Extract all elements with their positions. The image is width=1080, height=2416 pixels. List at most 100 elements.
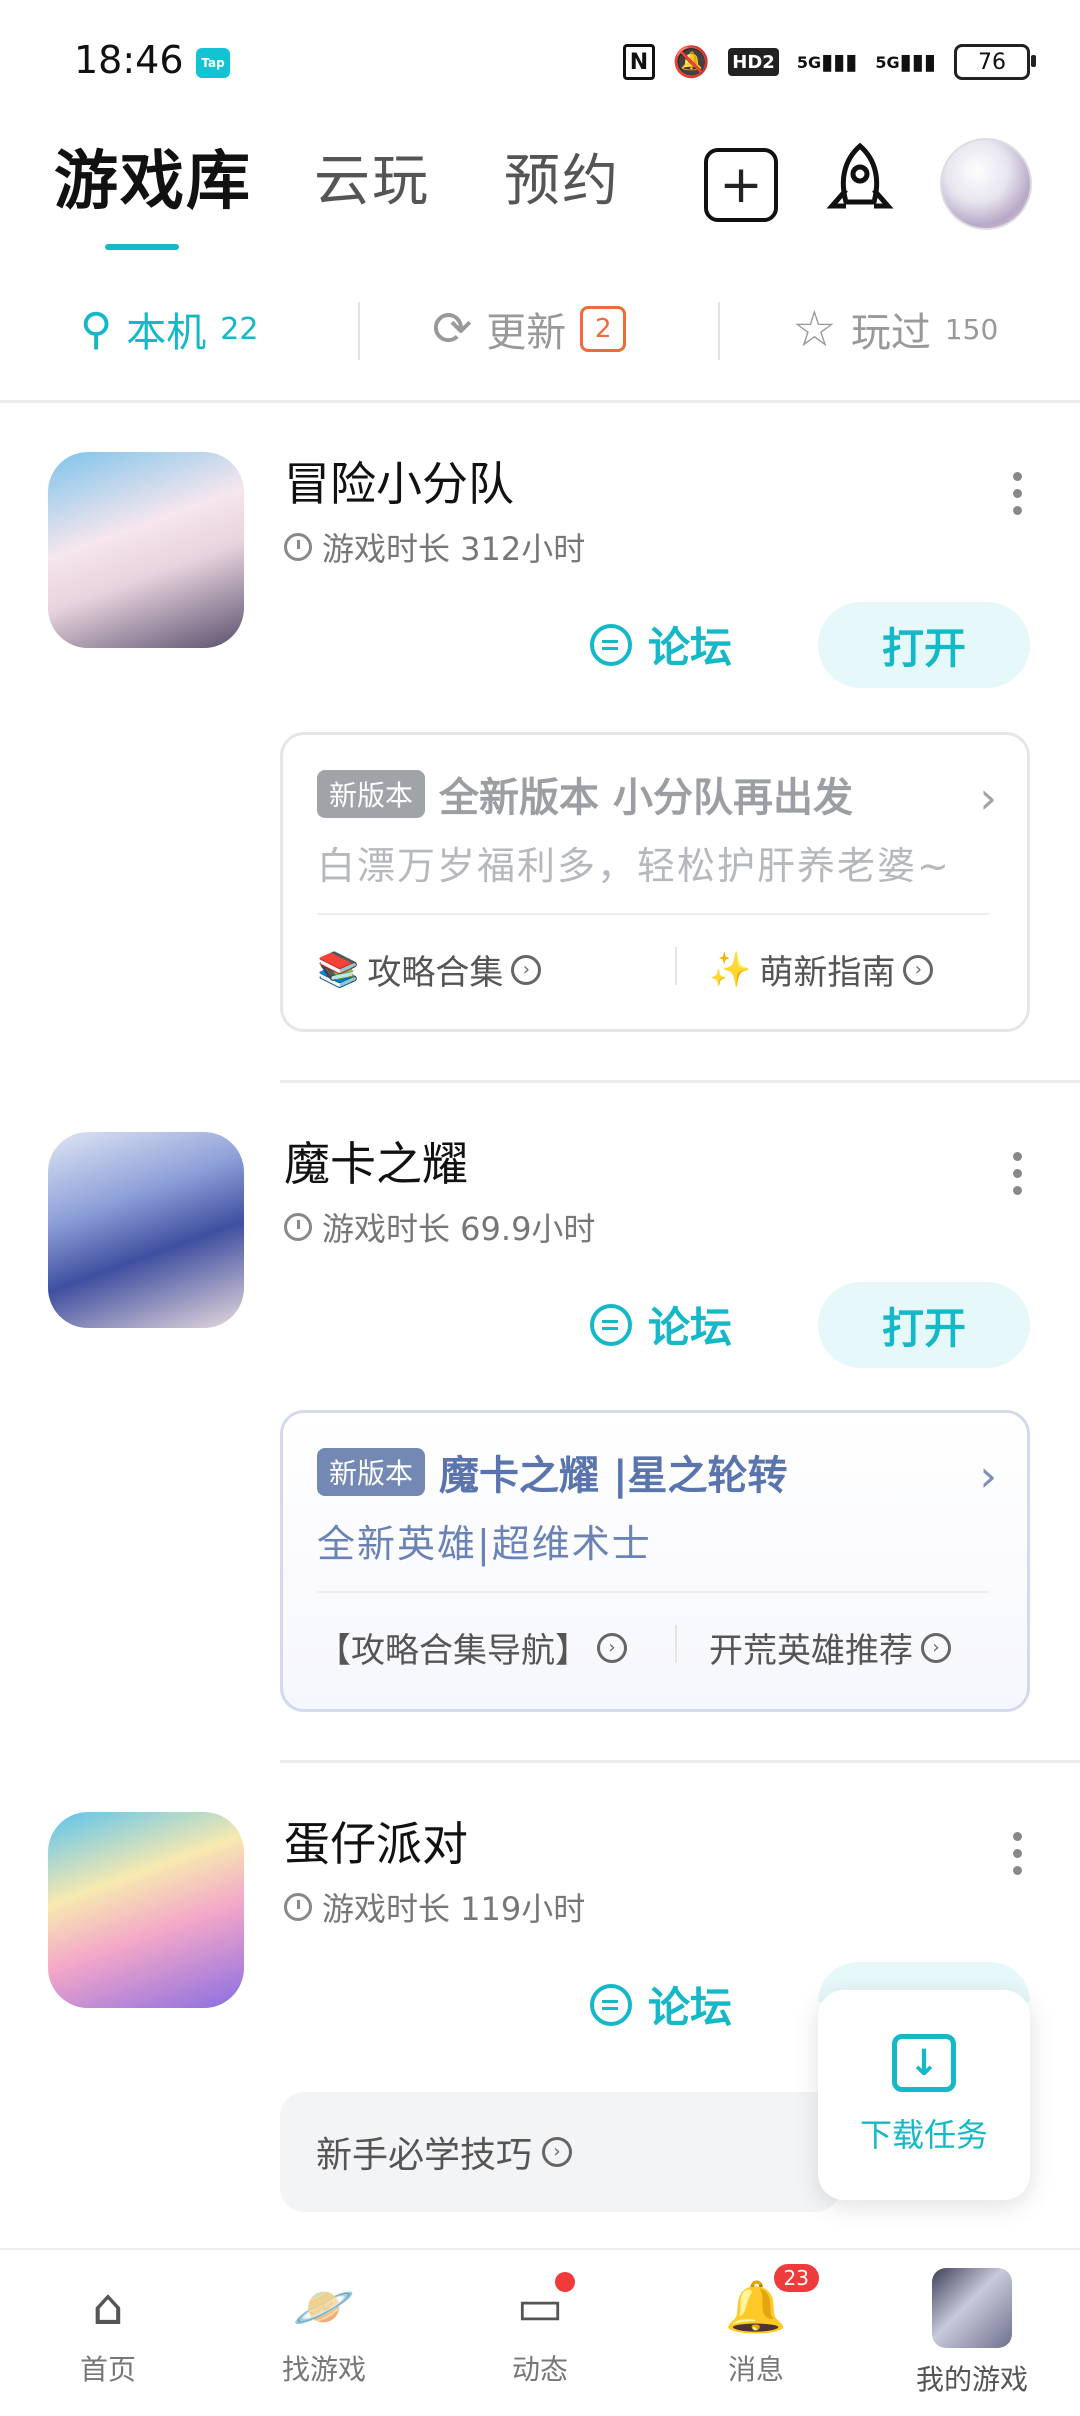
battery-icon: 76 [954, 44, 1036, 80]
subtab-local-count: 22 [220, 311, 259, 347]
signal-icon-2: 5G ▮▮▮ [875, 49, 936, 75]
status-time: 18:46 [74, 38, 184, 82]
download-icon: ↓ [892, 2034, 956, 2092]
new-version-tag: 新版本 [317, 1448, 426, 1496]
forum-button[interactable]: 论坛 [590, 1294, 732, 1355]
circle-arrow-icon: › [921, 1632, 951, 1663]
sim2-label: 5G [875, 52, 900, 72]
card-link-divider [675, 1625, 677, 1663]
feed-icon: ▭ [509, 2272, 575, 2338]
nav-home[interactable]: ⌂ 首页 [28, 2276, 188, 2388]
game-title[interactable]: 蛋仔派对 [284, 1808, 468, 1874]
game-title[interactable]: 魔卡之耀 [284, 1128, 468, 1194]
game-duration: 游戏时长 69.9小时 [284, 1204, 595, 1250]
guide-navigation-label: 【攻略合集导航】 [317, 1631, 589, 1671]
nav-messages[interactable]: 🔔 23 消息 [676, 2264, 836, 2388]
forum-label: 论坛 [648, 1303, 733, 1352]
books-icon: 📚 [317, 949, 360, 990]
game-icon-danzai[interactable] [48, 1812, 244, 2008]
planet-icon: 🪐 [292, 2277, 356, 2336]
rocket-icon[interactable] [820, 140, 900, 228]
feed-dot [555, 2272, 575, 2292]
game-separator [280, 1080, 1080, 1083]
hero-recommend-label: 开荒英雄推荐 [709, 1631, 913, 1671]
newbie-guide-label: 萌新指南 [759, 953, 896, 993]
game-duration: 游戏时长 119小时 [284, 1884, 585, 1930]
tips-card[interactable]: 新手必学技巧 › [280, 2092, 840, 2212]
game-title[interactable]: 冒险小分队 [284, 448, 514, 514]
subtab-local[interactable]: ⚲ 本机 22 [80, 300, 258, 358]
clock-icon [284, 1893, 312, 1921]
subtab-update-label: 更新 [486, 310, 567, 356]
nav-home-label: 首页 [79, 2353, 136, 2386]
update-count-badge: 2 [580, 306, 627, 352]
mute-bell-icon: 🔕 [672, 44, 711, 80]
subtab-bottom-divider [0, 400, 1080, 403]
messages-badge: 23 [773, 2264, 819, 2292]
forum-icon [590, 623, 632, 666]
nav-find-games[interactable]: 🪐 找游戏 [244, 2276, 404, 2388]
forum-icon [590, 1303, 632, 1346]
sparkles-icon: ✨ [709, 949, 752, 990]
nav-messages-label: 消息 [727, 2353, 784, 2386]
game-icon-maoxian[interactable] [48, 452, 244, 648]
nav-feed-label: 动态 [511, 2353, 568, 2386]
subtab-divider [718, 302, 720, 360]
version-card-header: 新版本 全新版本 小分队再出发 [317, 765, 853, 823]
version-card[interactable]: 新版本 魔卡之耀 |星之轮转 › 全新英雄|超维术士 【攻略合集导航】 › 开荒… [280, 1410, 1030, 1712]
status-icons: N 🔕 HD2 5G ▮▮▮ 5G ▮▮▮ 76 [622, 44, 1036, 80]
hd-icon: HD2 [728, 48, 779, 76]
subtab-played-label: 玩过 [850, 310, 931, 356]
new-version-tag: 新版本 [317, 770, 426, 818]
user-avatar[interactable] [940, 138, 1032, 230]
forum-button[interactable]: 论坛 [590, 1974, 732, 2035]
sim1-label: 5G [796, 52, 822, 72]
version-card-subtitle: 白漂万岁福利多，轻松护肝养老婆~ [317, 844, 951, 888]
home-icon: ⌂ [92, 2278, 124, 2336]
download-tasks-label: 下载任务 [859, 2116, 988, 2154]
add-game-icon[interactable]: + [704, 148, 778, 222]
refresh-icon: ⟳ [432, 301, 473, 357]
more-options-icon[interactable] [1012, 1832, 1022, 1875]
nav-mygames-label: 我的游戏 [915, 2363, 1028, 2396]
forum-button[interactable]: 论坛 [590, 614, 732, 675]
game-duration-text: 游戏时长 312小时 [322, 530, 586, 568]
guide-collection-link[interactable]: 📚 攻略合集 › [317, 945, 542, 994]
game-icon-moka[interactable] [48, 1132, 244, 1328]
version-card-header: 新版本 魔卡之耀 |星之轮转 [317, 1443, 788, 1501]
signal-icon-1: 5G ▮▮▮ [796, 49, 858, 75]
more-options-icon[interactable] [1012, 1152, 1022, 1195]
circle-arrow-icon: › [542, 2137, 573, 2167]
open-game-button[interactable]: 打开 [818, 602, 1030, 688]
hero-recommend-link[interactable]: 开荒英雄推荐 › [709, 1623, 951, 1672]
version-card-title: 魔卡之耀 |星之轮转 [439, 1453, 788, 1499]
chevron-right-icon: › [979, 773, 997, 824]
game-duration-text: 游戏时长 119小时 [322, 1890, 586, 1928]
forum-label: 论坛 [648, 1983, 733, 2032]
joystick-icon: ⚲ [80, 303, 113, 355]
nav-find-label: 找游戏 [281, 2353, 366, 2386]
nfc-icon: N [622, 44, 655, 80]
newbie-guide-link[interactable]: ✨ 萌新指南 › [709, 945, 934, 994]
nav-my-games[interactable]: 我的游戏 [892, 2268, 1052, 2398]
guide-collection-label: 攻略合集 [367, 953, 504, 993]
tab-reserve[interactable]: 预约 [504, 136, 620, 217]
game-duration-text: 游戏时长 69.9小时 [322, 1210, 596, 1248]
download-tasks-button[interactable]: ↓ 下载任务 [818, 1990, 1030, 2200]
open-game-button[interactable]: 打开 [818, 1282, 1030, 1368]
card-divider [317, 913, 989, 915]
guide-navigation-link[interactable]: 【攻略合集导航】 › [317, 1623, 627, 1672]
version-card[interactable]: 新版本 全新版本 小分队再出发 › 白漂万岁福利多，轻松护肝养老婆~ 📚 攻略合… [280, 732, 1030, 1032]
my-games-avatar [932, 2268, 1012, 2348]
nav-feed[interactable]: ▭ 动态 [460, 2272, 620, 2388]
game-duration: 游戏时长 312小时 [284, 524, 585, 570]
tab-game-library[interactable]: 游戏库 [54, 130, 252, 222]
subtab-played[interactable]: ☆ 玩过 150 [792, 300, 998, 358]
version-card-title: 全新版本 小分队再出发 [439, 775, 853, 821]
bell-icon: 🔔 23 [725, 2264, 819, 2338]
tab-cloud-play[interactable]: 云玩 [314, 136, 430, 217]
more-options-icon[interactable] [1012, 472, 1022, 515]
circle-arrow-icon: › [903, 954, 934, 985]
subtab-update[interactable]: ⟳ 更新 2 [432, 300, 627, 358]
subtab-divider [358, 302, 360, 360]
